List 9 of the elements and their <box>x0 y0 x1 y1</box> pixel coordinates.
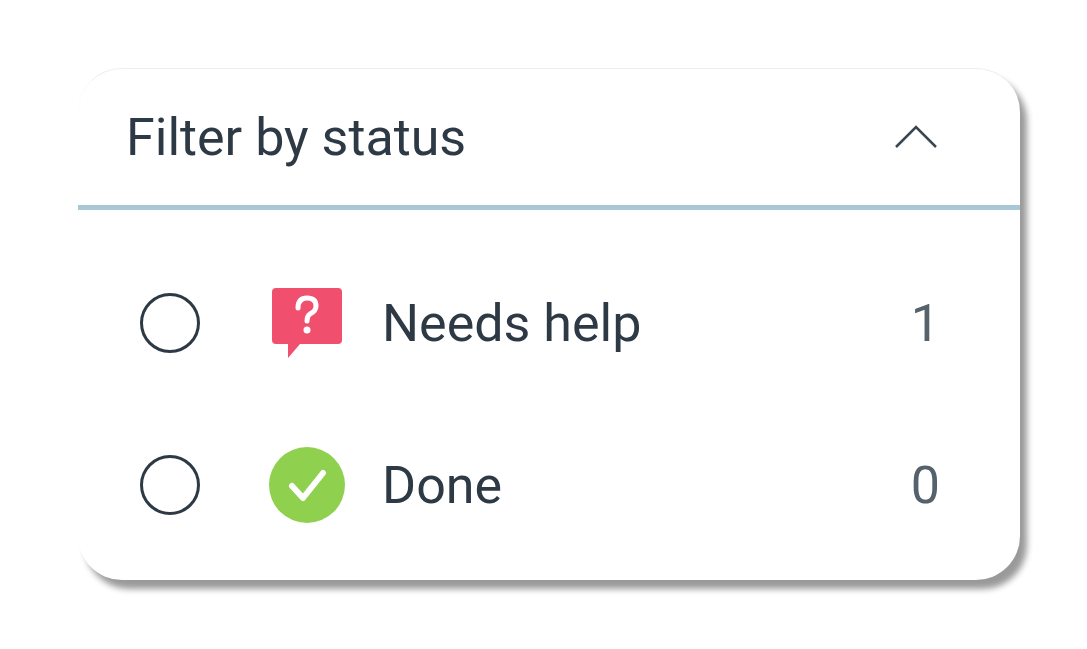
panel-title: Filter by status <box>126 106 467 168</box>
status-label: Done <box>382 454 504 516</box>
status-count: 0 <box>910 454 940 516</box>
radio-button[interactable] <box>140 455 200 515</box>
chevron-icon <box>894 124 938 150</box>
status-count: 1 <box>910 292 940 354</box>
status-label: Needs help <box>382 292 643 354</box>
radio-button[interactable] <box>140 293 200 353</box>
check-circle-icon <box>268 446 346 524</box>
